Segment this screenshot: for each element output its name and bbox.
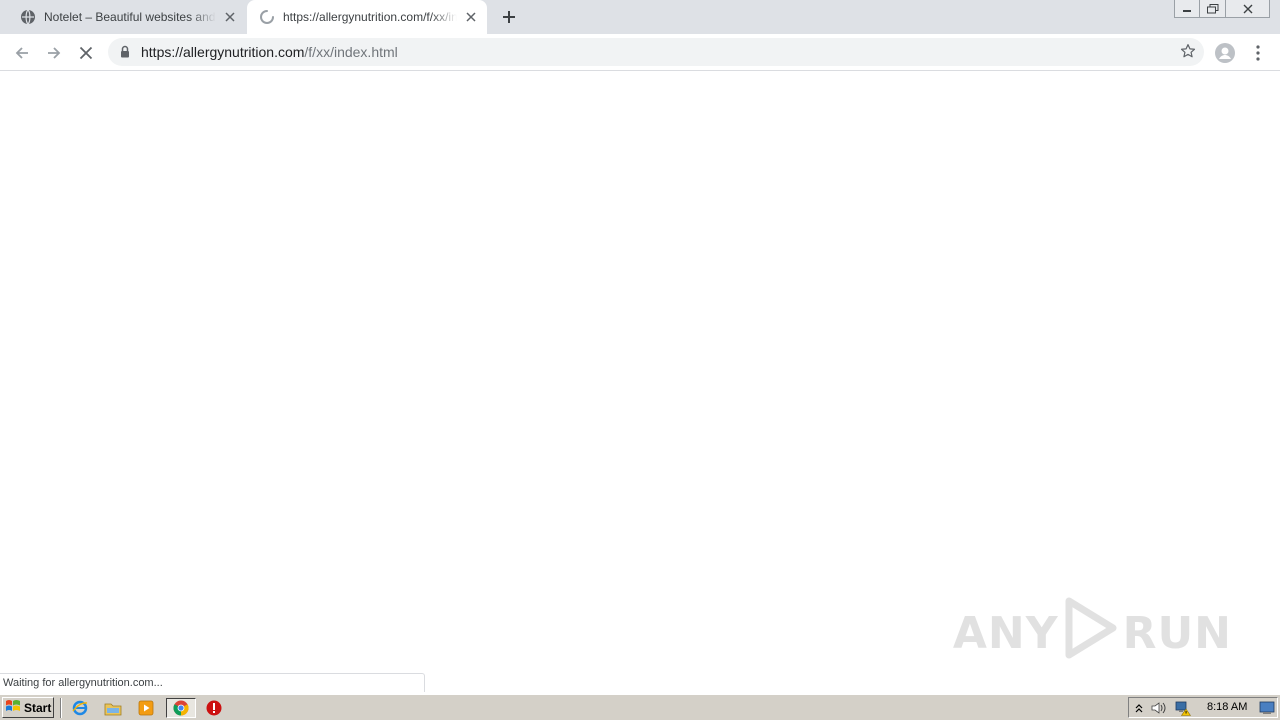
- status-bubble: Waiting for allergynutrition.com...: [0, 673, 425, 692]
- tab-notelet[interactable]: Notelet – Beautiful websites and blogs: [8, 0, 246, 34]
- internet-explorer-button[interactable]: [68, 698, 92, 718]
- tab-strip: Notelet – Beautiful websites and blogs h…: [0, 0, 1280, 34]
- address-bar[interactable]: https://allergynutrition.com/f/xx/index.…: [108, 38, 1204, 66]
- minimize-button[interactable]: [1174, 0, 1200, 18]
- profile-button[interactable]: [1211, 39, 1239, 67]
- stop-loading-button[interactable]: [72, 39, 100, 67]
- arrow-left-icon: [15, 47, 28, 59]
- restore-icon: [1206, 3, 1218, 13]
- globe-icon: [20, 9, 36, 25]
- taskbar-separator: [60, 698, 62, 718]
- tab-title: Notelet – Beautiful websites and blogs: [44, 10, 216, 24]
- stop-app-button[interactable]: [202, 698, 226, 718]
- watermark-right: RUN: [1122, 608, 1232, 659]
- play-logo-icon: [1063, 597, 1119, 670]
- page-content: ANY RUN Waiting for allergynutrition.com…: [0, 72, 1280, 692]
- avatar-icon: [1215, 43, 1235, 63]
- chrome-taskbar-button[interactable]: [166, 698, 196, 718]
- close-icon: [1243, 4, 1252, 13]
- tab-close-icon[interactable]: [461, 7, 481, 27]
- start-label: Start: [24, 700, 52, 715]
- loading-spinner-icon: [259, 9, 275, 25]
- minimize-icon: [1183, 9, 1191, 12]
- chrome-icon: [173, 700, 189, 716]
- show-desktop-icon[interactable]: [1259, 700, 1275, 716]
- plus-icon: [503, 11, 515, 23]
- show-hidden-icons-icon[interactable]: [1131, 700, 1147, 716]
- back-button[interactable]: [8, 39, 36, 67]
- start-button[interactable]: Start: [2, 697, 54, 718]
- tab-allergynutrition[interactable]: https://allergynutrition.com/f/xx/index.…: [247, 0, 487, 34]
- url-text: https://allergynutrition.com/f/xx/index.…: [141, 44, 398, 60]
- menu-button[interactable]: [1244, 39, 1272, 67]
- anyrun-watermark: ANY RUN: [953, 597, 1232, 670]
- kebab-menu-icon: [1256, 45, 1260, 61]
- url-path: /f/xx/index.html: [304, 44, 398, 60]
- stop-x-icon: [79, 46, 93, 60]
- forward-button[interactable]: [40, 39, 68, 67]
- new-tab-button[interactable]: [497, 5, 521, 29]
- volume-icon[interactable]: [1151, 700, 1167, 716]
- media-player-icon: [138, 700, 154, 716]
- tab-title: https://allergynutrition.com/f/xx/index.…: [283, 10, 457, 24]
- window-close-button[interactable]: [1226, 0, 1270, 18]
- system-tray: 8:18 AM: [1128, 697, 1278, 718]
- url-host: https://allergynutrition.com: [141, 44, 305, 60]
- arrow-right-icon: [48, 47, 61, 59]
- bookmark-star-icon[interactable]: [1180, 43, 1196, 64]
- taskbar-clock[interactable]: 8:18 AM: [1207, 701, 1247, 713]
- tab-close-icon[interactable]: [220, 7, 240, 27]
- lock-icon[interactable]: [120, 45, 130, 63]
- folder-icon: [104, 703, 122, 716]
- explorer-button[interactable]: [101, 698, 125, 718]
- browser-toolbar: https://allergynutrition.com/f/xx/index.…: [0, 34, 1280, 71]
- stop-sign-icon: [206, 700, 222, 716]
- media-player-button[interactable]: [134, 698, 158, 718]
- internet-explorer-icon: [72, 700, 88, 716]
- restore-button[interactable]: [1200, 0, 1226, 18]
- watermark-left: ANY: [952, 608, 1059, 659]
- windows-taskbar: Start 8:18 AM: [0, 694, 1280, 720]
- window-controls: [1174, 0, 1270, 18]
- network-warning-icon[interactable]: [1175, 700, 1191, 716]
- windows-flag-icon: [5, 699, 21, 716]
